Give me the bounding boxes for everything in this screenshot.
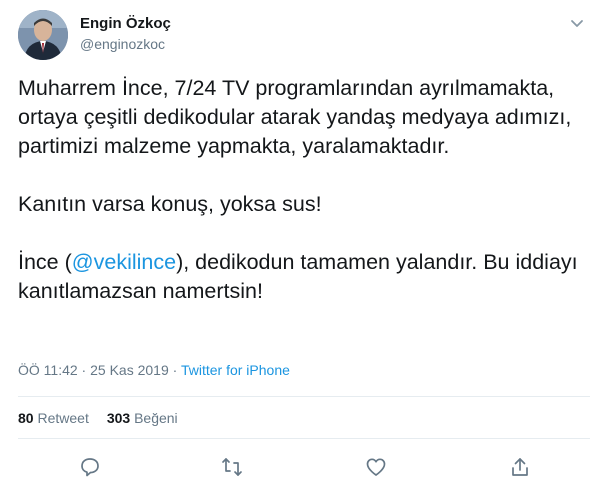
meta-separator: ·: [168, 362, 181, 378]
tweet-card: Engin Özkoç @enginozkoc Muharrem İnce, 7…: [0, 0, 600, 498]
retweet-stat[interactable]: 80 Retweet: [18, 410, 89, 426]
author-name[interactable]: Engin Özkoç: [80, 15, 171, 32]
retweet-count: 80: [18, 410, 34, 426]
share-icon[interactable]: [508, 455, 532, 479]
like-label: Beğeni: [134, 410, 178, 426]
reply-icon[interactable]: [78, 455, 102, 479]
tweet-paragraph: Muharrem İnce, 7/24 TV programlarından a…: [18, 76, 572, 158]
tweet-date[interactable]: 25 Kas 2019: [90, 362, 169, 378]
like-count: 303: [106, 410, 131, 426]
avatar[interactable]: [18, 10, 68, 60]
tweet-text-segment: İnce (: [18, 250, 72, 274]
tweet-paragraph: Kanıtın varsa konuş, yoksa sus!: [18, 192, 322, 216]
author-handle[interactable]: @enginozkoc: [80, 36, 165, 52]
tweet-paragraph: İnce (@vekilince), dedikodun tamamen yal…: [18, 248, 588, 306]
action-bar: [0, 455, 600, 481]
heart-icon[interactable]: [364, 455, 388, 479]
retweet-icon[interactable]: [220, 455, 244, 479]
chevron-down-icon[interactable]: [568, 14, 586, 32]
divider: [18, 438, 590, 439]
tweet-stats: 80 Retweet 303 Beğeni: [18, 410, 178, 426]
tweet-text: Muharrem İnce, 7/24 TV programlarından a…: [18, 74, 588, 306]
mention-link[interactable]: @vekilince: [72, 250, 176, 274]
retweet-label: Retweet: [37, 410, 89, 426]
meta-separator: ·: [77, 362, 91, 378]
tweet-source-link[interactable]: Twitter for iPhone: [181, 362, 290, 378]
tweet-metadata: ÖÖ 11:42 · 25 Kas 2019 · Twitter for iPh…: [18, 362, 290, 378]
divider: [18, 396, 590, 397]
tweet-time[interactable]: ÖÖ 11:42: [18, 362, 78, 378]
like-stat[interactable]: 303 Beğeni: [107, 410, 178, 426]
